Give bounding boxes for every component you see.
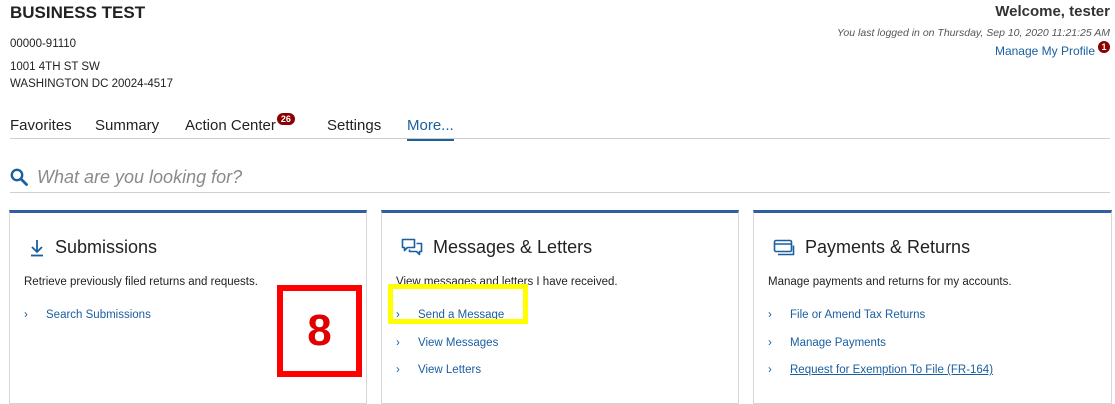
- last-login-text: You last logged in on Thursday, Sep 10, …: [837, 27, 1110, 39]
- exemption-request-label[interactable]: Request for Exemption To File (FR-164): [790, 364, 993, 376]
- tab-action-center[interactable]: Action Center 26: [185, 113, 295, 134]
- chat-bubbles-icon: [401, 238, 423, 256]
- manage-payments-link[interactable]: › Manage Payments: [768, 337, 886, 349]
- payments-description: Manage payments and returns for my accou…: [768, 276, 1012, 288]
- tab-more[interactable]: More...: [407, 117, 454, 141]
- submissions-description: Retrieve previously filed returns and re…: [24, 276, 258, 288]
- business-name: BUSINESS TEST: [10, 3, 146, 22]
- submissions-title-text: Submissions: [55, 237, 158, 257]
- manage-payments-label[interactable]: Manage Payments: [790, 337, 886, 349]
- main-nav: Favorites Summary Action Center 26 Settin…: [10, 108, 1110, 141]
- profile-notification-badge: 1: [1098, 41, 1110, 53]
- chevron-right-icon: ›: [396, 337, 400, 349]
- tab-settings[interactable]: Settings: [327, 117, 381, 134]
- chevron-right-icon: ›: [768, 309, 772, 321]
- view-letters-label[interactable]: View Letters: [418, 364, 481, 376]
- payments-title: Payments & Returns: [773, 237, 970, 258]
- card-stack-icon: [773, 239, 795, 256]
- search-icon: [10, 168, 28, 186]
- payments-returns-card: Payments & Returns Manage payments and r…: [753, 210, 1112, 404]
- manage-profile-label[interactable]: Manage My Profile: [995, 44, 1095, 58]
- search-submissions-label[interactable]: Search Submissions: [46, 309, 151, 321]
- download-arrow-icon: [31, 239, 43, 256]
- highlight-box: [388, 284, 528, 324]
- file-amend-returns-label[interactable]: File or Amend Tax Returns: [790, 309, 925, 321]
- chevron-right-icon: ›: [396, 364, 400, 376]
- view-messages-link[interactable]: › View Messages: [396, 337, 498, 349]
- search-submissions-link[interactable]: › Search Submissions: [24, 309, 151, 321]
- file-amend-returns-link[interactable]: › File or Amend Tax Returns: [768, 309, 925, 321]
- messages-title: Messages & Letters: [401, 237, 592, 258]
- account-number: 00000-91110: [10, 38, 77, 50]
- messages-title-text: Messages & Letters: [433, 237, 593, 257]
- manage-profile-link[interactable]: Manage My Profile 1: [995, 41, 1110, 58]
- address-line-2: WASHINGTON DC 20024-4517: [10, 78, 173, 90]
- search-placeholder[interactable]: What are you looking for?: [37, 167, 242, 188]
- view-letters-link[interactable]: › View Letters: [396, 364, 481, 376]
- payments-title-text: Payments & Returns: [805, 237, 971, 257]
- action-center-badge: 26: [276, 113, 295, 125]
- step-number-box: 8: [277, 285, 362, 377]
- tab-summary[interactable]: Summary: [95, 117, 159, 134]
- tab-action-center-label[interactable]: Action Center: [185, 117, 276, 134]
- chevron-right-icon: ›: [24, 309, 28, 321]
- search-bar[interactable]: What are you looking for?: [10, 162, 1110, 193]
- address-line-1: 1001 4TH ST SW: [10, 61, 100, 73]
- tab-favorites[interactable]: Favorites: [10, 117, 72, 134]
- welcome-text: Welcome, tester: [995, 3, 1110, 20]
- exemption-request-link[interactable]: › Request for Exemption To File (FR-164): [768, 364, 993, 376]
- view-messages-label[interactable]: View Messages: [418, 337, 498, 349]
- chevron-right-icon: ›: [768, 364, 772, 376]
- chevron-right-icon: ›: [768, 337, 772, 349]
- submissions-title: Submissions: [29, 237, 157, 258]
